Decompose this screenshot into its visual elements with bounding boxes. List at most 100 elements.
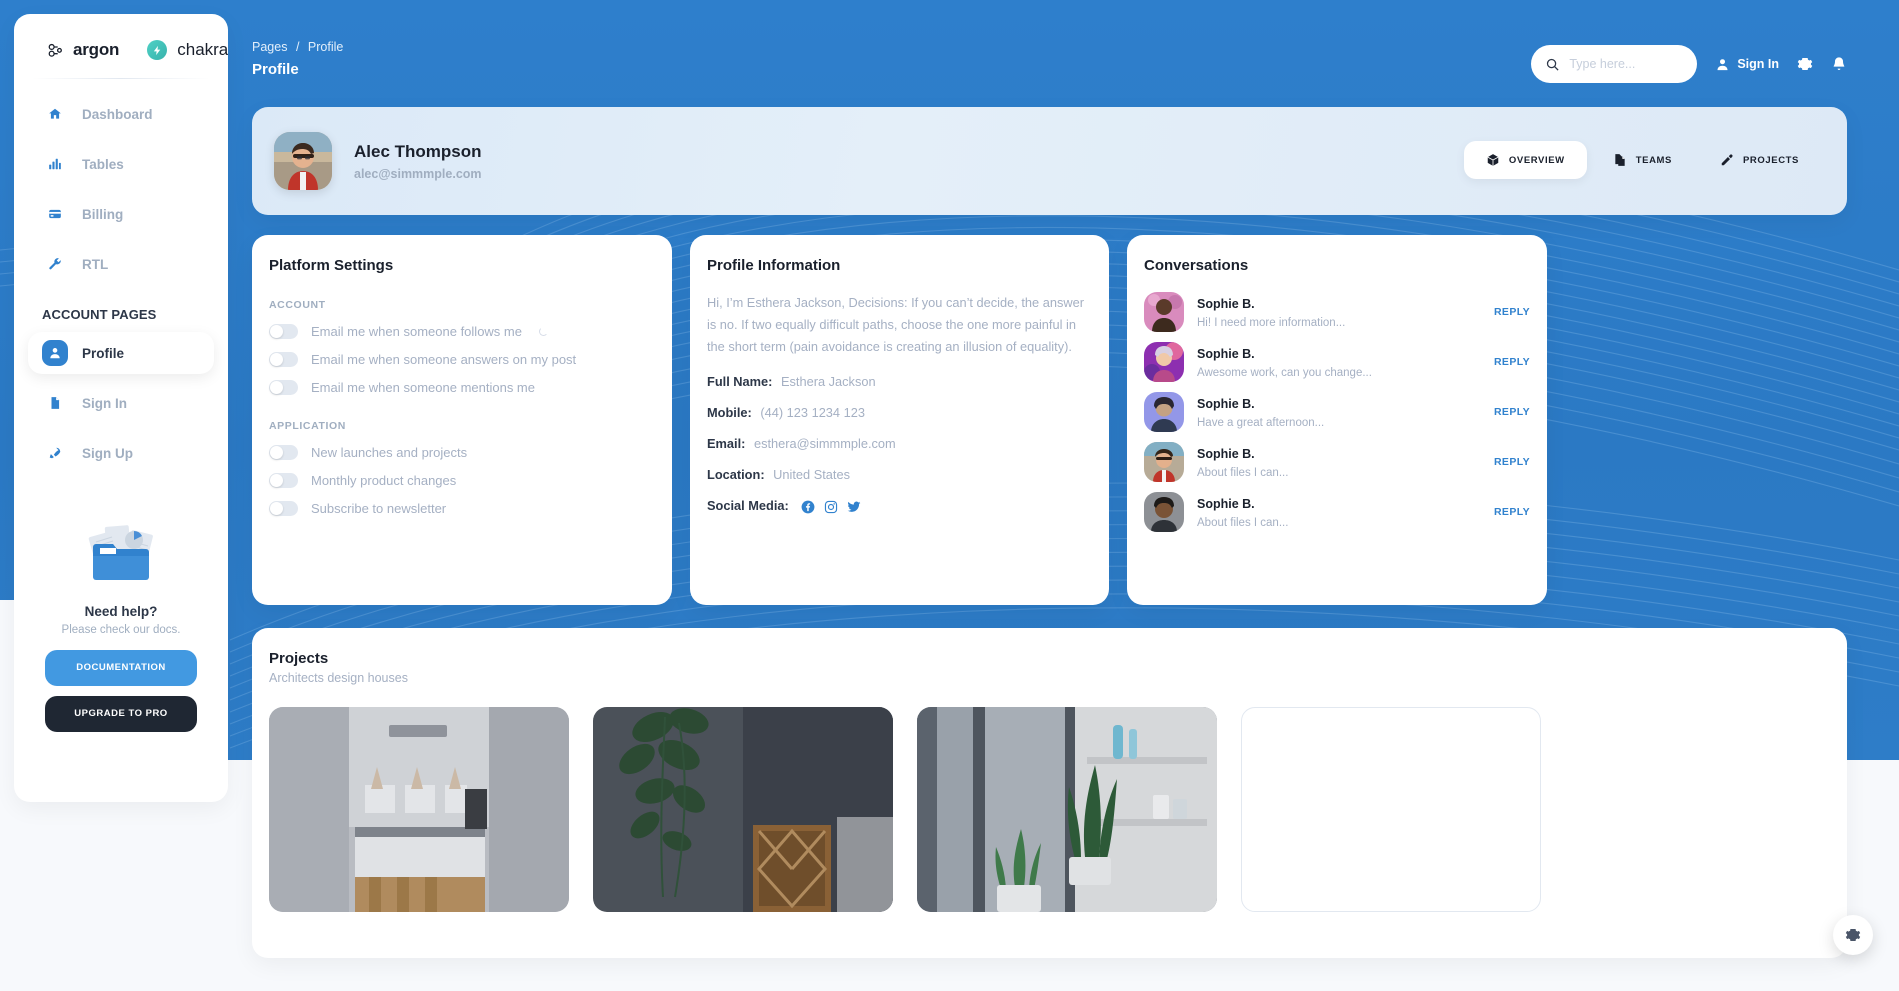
bell-icon xyxy=(1833,57,1845,70)
conversation-row[interactable]: Sophie B. Hi! I need more information...… xyxy=(1127,282,1547,332)
sidebar-item-dashboard[interactable]: Dashboard xyxy=(28,93,214,135)
projects-subtitle: Architects design houses xyxy=(269,671,408,685)
social-links xyxy=(801,500,861,514)
settings-button[interactable] xyxy=(1797,56,1813,72)
twitter-icon[interactable] xyxy=(847,500,861,514)
loading-spinner-icon xyxy=(538,327,548,336)
conversation-message: Hi! I need more information... xyxy=(1197,317,1346,329)
search-box[interactable] xyxy=(1531,45,1698,83)
pen-icon xyxy=(1721,154,1733,166)
conversation-row[interactable]: Sophie B. About files I can... REPLY xyxy=(1127,432,1547,482)
conversation-name: Sophie B. xyxy=(1197,297,1255,311)
profile-identity: Alec Thompson alec@simmmple.com xyxy=(354,142,482,181)
rocket-icon xyxy=(42,440,68,466)
notifications-button[interactable] xyxy=(1831,56,1847,72)
toggle-new-launches[interactable] xyxy=(269,445,298,460)
project-thumbnail-kitchen[interactable] xyxy=(269,707,569,912)
chakra-logo-icon xyxy=(147,40,168,60)
profile-header-card: Alec Thompson alec@simmmple.com OVERVIEW… xyxy=(252,107,1847,215)
setting-label: Subscribe to newsletter xyxy=(311,501,447,516)
toggle-email-mentions[interactable] xyxy=(269,380,298,395)
conversation-row[interactable]: Sophie B. Have a great afternoon... REPL… xyxy=(1127,382,1547,432)
profile-information-card: Profile Information Hi, I’m Esthera Jack… xyxy=(690,235,1109,605)
upgrade-to-pro-button[interactable]: UPGRADE TO PRO xyxy=(45,696,197,732)
brand-sub-name: chakra xyxy=(177,40,228,59)
info-key: Full Name: xyxy=(707,374,773,389)
breadcrumb-current[interactable]: Profile xyxy=(308,40,343,54)
conversation-name: Sophie B. xyxy=(1197,497,1255,511)
info-row-social-media: Social Media: xyxy=(690,482,1109,514)
help-card: Need help? Please check our docs. DOCUME… xyxy=(38,512,204,732)
toggle-email-follows[interactable] xyxy=(269,324,298,339)
info-key: Location: xyxy=(707,467,765,482)
sidebar-section-label: ACCOUNT PAGES xyxy=(42,307,157,322)
sidebar-item-sign-up[interactable]: Sign Up xyxy=(28,432,214,474)
avatar xyxy=(1144,442,1184,482)
profile-name: Alec Thompson xyxy=(354,141,482,161)
conversation-message: About files I can... xyxy=(1197,467,1289,479)
project-thumbnail-shelf-plants[interactable] xyxy=(917,707,1217,912)
card-title: Conversations xyxy=(1144,257,1249,274)
home-icon xyxy=(42,101,68,127)
documentation-button[interactable]: DOCUMENTATION xyxy=(45,650,197,686)
wrench-icon xyxy=(42,251,68,277)
tab-projects[interactable]: PROJECTS xyxy=(1698,141,1821,179)
conversation-message: About files I can... xyxy=(1197,517,1289,529)
projects-card: Projects Architects design houses xyxy=(252,628,1847,958)
reply-button[interactable]: REPLY xyxy=(1494,456,1530,468)
sidebar-item-tables[interactable]: Tables xyxy=(28,143,214,185)
reply-button[interactable]: REPLY xyxy=(1494,406,1530,418)
avatar xyxy=(1144,392,1184,432)
avatar[interactable] xyxy=(274,132,332,190)
sidebar-item-rtl[interactable]: RTL xyxy=(28,243,214,285)
conversation-message: Awesome work, can you change... xyxy=(1197,367,1372,379)
setting-row: Email me when someone follows me xyxy=(252,311,672,339)
app-root: argon chakra Dashboard Tables Billing RT… xyxy=(0,0,1899,991)
card-title: Projects xyxy=(269,650,329,667)
card-title: Platform Settings xyxy=(269,257,394,274)
reply-button[interactable]: REPLY xyxy=(1494,506,1530,518)
breadcrumb-parent[interactable]: Pages xyxy=(252,40,287,54)
sidebar-item-sign-in[interactable]: Sign In xyxy=(28,382,214,424)
group-label-application: APPLICATION xyxy=(269,420,346,432)
setting-row: Subscribe to newsletter xyxy=(252,488,672,516)
argon-logo-icon xyxy=(48,43,62,57)
group-label-account: ACCOUNT xyxy=(269,299,326,311)
document-icon xyxy=(42,390,68,416)
tab-teams[interactable]: TEAMS xyxy=(1591,141,1694,179)
instagram-icon[interactable] xyxy=(824,500,838,514)
sign-in-button[interactable]: Sign In xyxy=(1715,57,1779,72)
reply-button[interactable]: REPLY xyxy=(1494,356,1530,368)
avatar xyxy=(1144,292,1184,332)
gear-icon xyxy=(1845,929,1861,941)
setting-row: Email me when someone mentions me xyxy=(252,367,672,395)
facebook-icon[interactable] xyxy=(801,500,815,514)
project-add-slot[interactable] xyxy=(1241,707,1541,912)
brand-name: argon xyxy=(73,40,120,59)
sidebar-item-profile[interactable]: Profile xyxy=(28,332,214,374)
setting-label: New launches and projects xyxy=(311,445,468,460)
gear-icon xyxy=(1797,58,1813,70)
project-thumbnail-plant-room[interactable] xyxy=(593,707,893,912)
settings-fab-button[interactable] xyxy=(1833,915,1873,955)
search-input[interactable] xyxy=(1569,57,1684,71)
toggle-email-answers[interactable] xyxy=(269,352,298,367)
setting-row: New launches and projects xyxy=(252,432,672,460)
search-icon xyxy=(1547,58,1559,71)
conversation-name: Sophie B. xyxy=(1197,447,1255,461)
person-icon xyxy=(1717,58,1728,70)
conversation-row[interactable]: Sophie B. About files I can... REPLY xyxy=(1127,482,1547,532)
setting-label: Monthly product changes xyxy=(311,473,457,488)
setting-row: Email me when someone answers on my post xyxy=(252,339,672,367)
info-key: Mobile: xyxy=(707,405,752,420)
conversation-row[interactable]: Sophie B. Awesome work, can you change..… xyxy=(1127,332,1547,382)
tab-overview[interactable]: OVERVIEW xyxy=(1463,141,1587,179)
sidebar-item-billing[interactable]: Billing xyxy=(28,193,214,235)
toggle-monthly-changes[interactable] xyxy=(269,473,298,488)
conversation-message: Have a great afternoon... xyxy=(1197,417,1325,429)
reply-button[interactable]: REPLY xyxy=(1494,306,1530,318)
info-row-full-name: Full Name: Esthera Jackson xyxy=(690,358,1109,389)
brand[interactable]: argon chakra xyxy=(14,14,228,60)
toggle-newsletter[interactable] xyxy=(269,501,298,516)
card-title: Profile Information xyxy=(707,257,841,274)
